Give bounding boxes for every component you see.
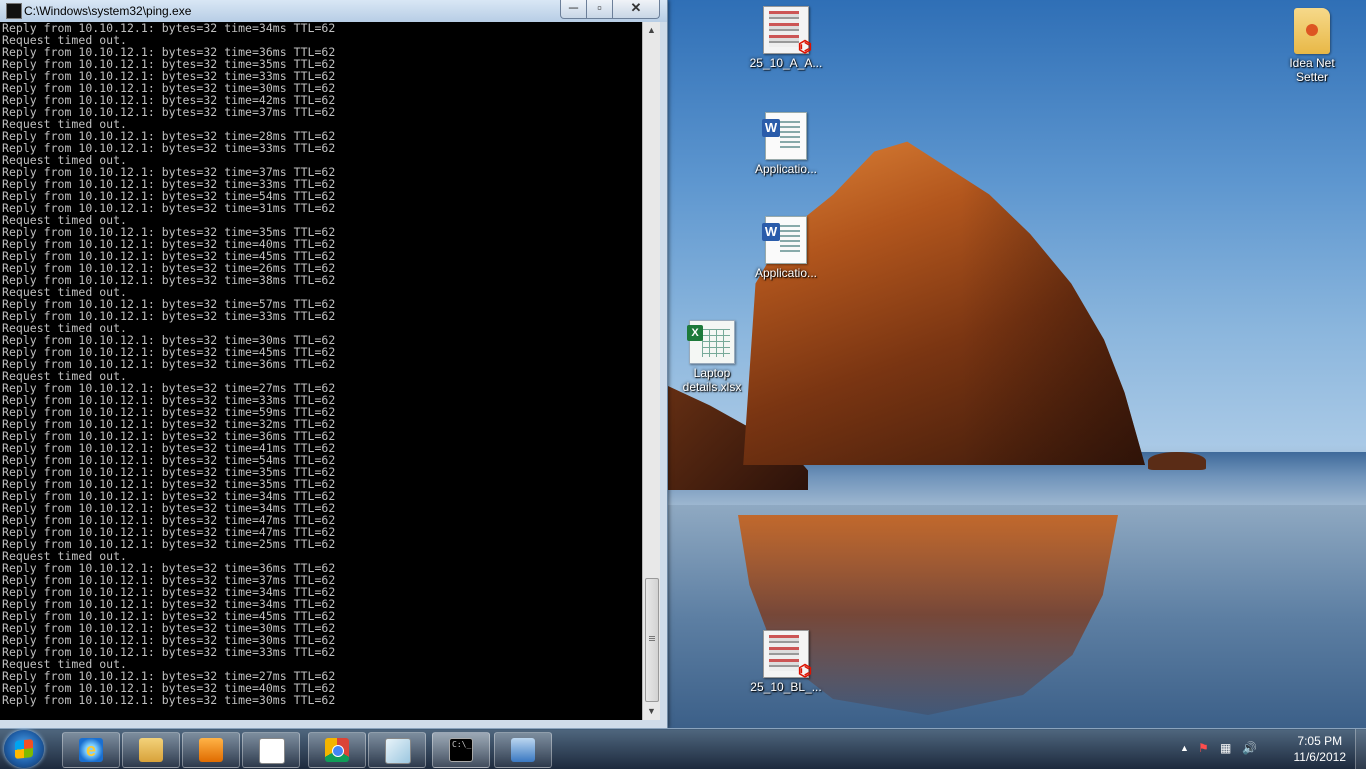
pdf-icon: ⌬	[763, 630, 812, 680]
volume-icon[interactable]: 🔊	[1242, 741, 1257, 755]
desktop-icon-application-1[interactable]: W Applicatio...	[746, 112, 826, 176]
network-computer-icon	[511, 738, 535, 762]
scroll-up-arrow-icon[interactable]: ▲	[643, 22, 660, 39]
folder-icon	[1294, 8, 1330, 54]
maximize-button[interactable]: ▫	[586, 0, 613, 19]
desktop-icon-laptop-details[interactable]: X Laptop details.xlsx	[672, 320, 752, 394]
clock-date: 11/6/2012	[1293, 750, 1347, 764]
grip-icon	[649, 636, 655, 642]
desktop-icon-application-2[interactable]: W Applicatio...	[746, 216, 826, 280]
command-prompt-icon: C:\_	[449, 738, 473, 762]
console-output[interactable]: Reply from 10.10.12.1: bytes=32 time=34m…	[0, 22, 642, 720]
desktop-icon-label: Idea Net	[1289, 56, 1335, 70]
chrome-icon	[325, 738, 349, 762]
taskbar: e C:\_ ▲ ⚑ ▦ 🔊 7:05 PM 11/6/2012	[0, 728, 1366, 769]
sticky-notes-icon	[385, 738, 411, 764]
clock-time: 7:05 PM	[1297, 734, 1343, 748]
desktop-icon-label: details.xlsx	[682, 380, 742, 394]
desktop-icon-label: 25_10_A_A...	[749, 56, 823, 70]
desktop-icon-label: Laptop	[693, 366, 731, 380]
desktop-icon-pdf-25-10-a[interactable]: ⌬ 25_10_A_A...	[746, 6, 826, 70]
taskbar-internet-explorer[interactable]: e	[62, 732, 120, 768]
scrollbar-thumb[interactable]	[645, 578, 659, 702]
vertical-scrollbar[interactable]: ▲ ▼	[642, 22, 660, 720]
word-doc-icon: W	[762, 112, 807, 160]
taskbar-sticky-notes[interactable]	[368, 732, 426, 768]
start-button[interactable]	[4, 730, 44, 768]
windows-logo-icon	[15, 739, 33, 759]
folder-icon	[139, 738, 163, 762]
taskbar-command-prompt[interactable]: C:\_	[432, 732, 490, 768]
show-desktop-button[interactable]	[1355, 729, 1366, 769]
notepad-icon	[259, 738, 285, 764]
console-line: Reply from 10.10.12.1: bytes=32 time=30m…	[2, 693, 336, 707]
internet-explorer-icon: e	[79, 738, 103, 762]
action-center-icon[interactable]: ⚑	[1198, 741, 1209, 755]
desktop-icon-label: Setter	[1295, 70, 1328, 84]
taskbar-network-connections[interactable]	[494, 732, 552, 768]
system-tray: ▲ ⚑ ▦ 🔊 7:05 PM 11/6/2012	[1176, 729, 1366, 769]
clock[interactable]: 7:05 PM 11/6/2012	[1294, 733, 1347, 765]
desktop-icon-pdf-25-10-bl[interactable]: ⌬ 25_10_BL_...	[746, 630, 826, 694]
taskbar-notepad[interactable]	[242, 732, 300, 768]
ping-console-window[interactable]: C:\Windows\system32\ping.exe ─ ▫ ✕ Reply…	[0, 0, 668, 728]
excel-icon: X	[687, 320, 735, 364]
desktop-icon-label: Applicatio...	[754, 266, 818, 280]
wallpaper-small-rock	[1148, 452, 1206, 470]
taskbar-media-player[interactable]	[182, 732, 240, 768]
taskbar-chrome[interactable]	[308, 732, 366, 768]
window-title: C:\Windows\system32\ping.exe	[24, 4, 192, 18]
wallpaper-rock-shadow	[743, 141, 1145, 465]
scroll-down-arrow-icon[interactable]: ▼	[643, 703, 660, 720]
window-titlebar[interactable]: C:\Windows\system32\ping.exe ─ ▫ ✕	[0, 0, 667, 22]
desktop-icon-label: 25_10_BL_...	[750, 680, 822, 694]
show-hidden-icons-icon[interactable]: ▲	[1180, 743, 1189, 753]
pdf-icon: ⌬	[763, 6, 812, 56]
word-doc-icon: W	[762, 216, 807, 264]
network-icon[interactable]: ▦	[1220, 741, 1231, 755]
minimize-button[interactable]: ─	[560, 0, 587, 19]
media-player-icon	[199, 738, 223, 762]
console-app-icon	[6, 3, 22, 19]
desktop-icon-idea-net-setter[interactable]: Idea Net Setter	[1272, 8, 1352, 84]
close-button[interactable]: ✕	[612, 0, 660, 19]
taskbar-windows-explorer[interactable]	[122, 732, 180, 768]
desktop-icon-label: Applicatio...	[754, 162, 818, 176]
